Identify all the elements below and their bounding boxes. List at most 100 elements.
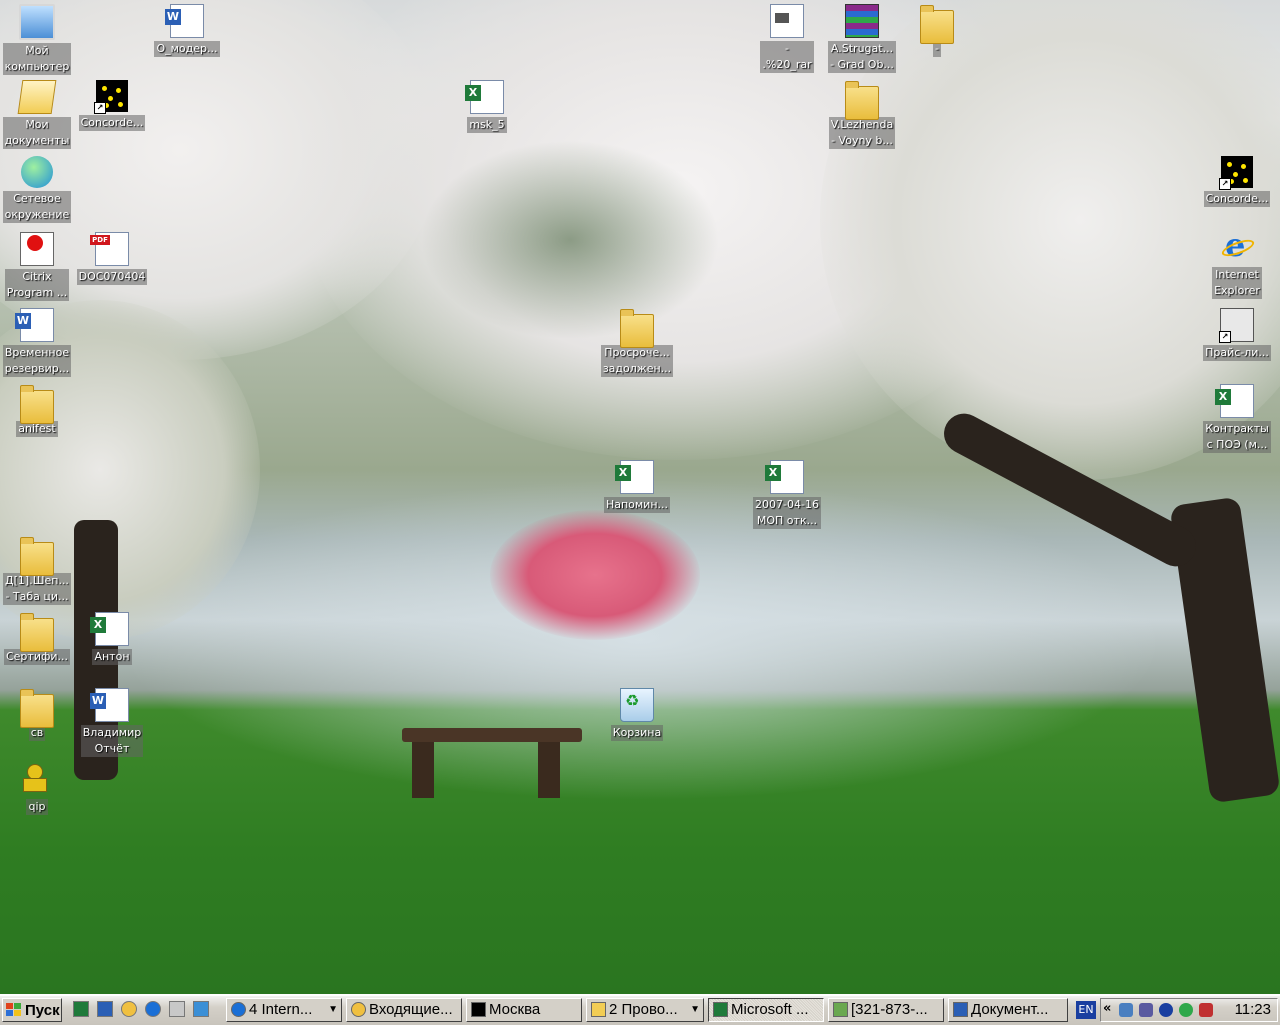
desktop-icon-mop[interactable]: 2007-04-16 МОП отк... (750, 460, 824, 532)
icon-label: Мои документы (2, 117, 72, 149)
start-button[interactable]: Пуск (2, 998, 62, 1022)
calculator-quicklaunch-icon[interactable] (169, 1001, 185, 1017)
excel-document-icon (465, 80, 504, 114)
app-quicklaunch-icon[interactable] (193, 1001, 209, 1017)
word-document-icon (165, 4, 204, 38)
task-internet-explorer[interactable]: 4 Intern... ▼ (226, 998, 342, 1022)
desktop-icon-recycle-bin[interactable]: Корзина (600, 688, 674, 744)
pink-tree (490, 510, 700, 640)
task-label: 4 Intern... (249, 1001, 313, 1018)
chat-icon (833, 1002, 848, 1017)
excel-document-icon (615, 460, 654, 494)
desktop-icon-napomin[interactable]: Напомин... (600, 460, 674, 516)
icon-label: - .%20_rar (760, 41, 814, 73)
chevron-down-icon: ▼ (690, 1004, 700, 1015)
icon-label: Д[1].Шеп... - Таба ци... (3, 573, 71, 605)
computer-icon (19, 4, 55, 40)
desktop-icon-o-moder[interactable]: О_модер... (150, 4, 224, 60)
system-tray: « 11:23 (1100, 998, 1278, 1022)
desktop-icon-lezhenda[interactable]: V.Lezhenda - Voyny b... (825, 80, 899, 152)
desktop-icon-network[interactable]: Сетевое окружение (0, 156, 74, 226)
task-inbox[interactable]: Входящие... (346, 998, 462, 1022)
desktop-icon-vladimir[interactable]: Владимир Отчёт (75, 688, 149, 760)
desktop-icon-concorde-right[interactable]: ↗ Concorde... (1200, 156, 1274, 210)
ie-icon (231, 1002, 246, 1017)
task-moskva[interactable]: Москва (466, 998, 582, 1022)
qip-tray-icon[interactable] (1179, 1003, 1193, 1017)
desktop-icon-qip[interactable]: qip (0, 764, 74, 818)
task-label: Microsoft ... (731, 1001, 809, 1018)
desktop-icon-concorde-left[interactable]: ↗ Concorde... (75, 80, 149, 134)
desktop-icon-prosroch[interactable]: Просроче... задолжен... (600, 308, 674, 380)
folder-icon (20, 613, 54, 652)
archive-file-icon (770, 4, 804, 38)
icon-label: Временное резервир... (2, 345, 72, 377)
desktop-icon-dash-folder[interactable]: - (900, 4, 974, 60)
folder-icon (845, 81, 879, 120)
desktop-icon-price-list[interactable]: ↗ Прайс-ли... (1200, 308, 1274, 364)
desktop-icon-temp-backup[interactable]: Временное резервир... (0, 308, 74, 380)
qip-messenger-icon (21, 764, 53, 796)
task-microsoft-excel[interactable]: Microsoft ... (708, 998, 824, 1022)
desktop-icon-anifest[interactable]: anifest (0, 384, 74, 440)
task-explorer[interactable]: 2 Прово... ▼ (586, 998, 704, 1022)
desktop-icon-citrix[interactable]: Citrix Program ... (0, 232, 74, 304)
language-indicator[interactable]: EN (1076, 1001, 1096, 1019)
network-tray-icon[interactable] (1119, 1003, 1133, 1017)
pdf-document-icon (90, 232, 129, 266)
desktop-icon-my-computer[interactable]: Мой компьютер (0, 4, 74, 78)
desktop-icon-sv[interactable]: св (0, 688, 74, 744)
icon-label: Concorde... (78, 115, 146, 131)
desktop-icon-certifi[interactable]: Сертифи... (0, 612, 74, 668)
documents-folder-icon (17, 80, 57, 114)
excel-quicklaunch-icon[interactable] (73, 1001, 89, 1017)
task-label: Входящие... (369, 1001, 453, 1018)
desktop-icon-my-documents[interactable]: Мои документы (0, 80, 74, 152)
desktop-icon-doc070404[interactable]: DOC070404 (75, 232, 149, 288)
task-document[interactable]: Документ... (948, 998, 1068, 1022)
network-globe-icon (21, 156, 53, 188)
desktop-icon-contracts[interactable]: Контракты с ПОЭ (м... (1200, 384, 1274, 456)
desktop-icon-internet-explorer[interactable]: Internet Explorer (1200, 226, 1274, 302)
word-document-icon (90, 688, 129, 722)
printer-shortcut-icon: ↗ (1219, 308, 1254, 343)
tray-expand-button[interactable]: « (1103, 1001, 1111, 1016)
excel-document-icon (1215, 384, 1254, 418)
desktop-icon-strugat[interactable]: A.Strugat... - Grad Ob... (825, 4, 899, 76)
desktop-icon-d1-shep[interactable]: Д[1].Шеп... - Таба ци... (0, 536, 74, 608)
icon-label: 2007-04-16 МОП отк... (753, 497, 821, 529)
monitor-tray-icon[interactable] (1139, 1003, 1153, 1017)
desktop-icon-anton[interactable]: Антон (75, 612, 149, 668)
ie-quicklaunch-icon[interactable] (145, 1001, 161, 1017)
icon-label: Контракты с ПОЭ (м... (1203, 421, 1271, 453)
antivirus-tray-icon[interactable] (1199, 1003, 1213, 1017)
icon-label: Корзина (610, 725, 664, 741)
icon-label: Internet Explorer (1212, 267, 1262, 299)
task-label: 2 Прово... (609, 1001, 678, 1018)
folder-icon (20, 537, 54, 576)
start-label: Пуск (25, 1002, 60, 1019)
desktop-icon-msk5[interactable]: msk_5 (450, 80, 524, 136)
excel-document-icon (765, 460, 804, 494)
concorde-shortcut-icon: ↗ (94, 80, 128, 114)
clock[interactable]: 11:23 (1235, 1000, 1271, 1020)
audio-tray-icon[interactable] (1159, 1003, 1173, 1017)
icon-label: A.Strugat... - Grad Ob... (828, 41, 896, 73)
task-chat[interactable]: [321-873-... (828, 998, 944, 1022)
icon-label: V.Lezhenda - Voyny b... (828, 117, 896, 149)
outlook-quicklaunch-icon[interactable] (121, 1001, 137, 1017)
word-icon (953, 1002, 968, 1017)
internet-explorer-icon (1221, 226, 1253, 264)
recycle-bin-icon (620, 688, 654, 722)
desktop[interactable]: Мой компьютер Мои документы Сетевое окру… (0, 0, 1280, 994)
windows-logo-icon (6, 1003, 22, 1017)
icon-label: Просроче... задолжен... (600, 345, 674, 377)
icon-label: Мой компьютер (2, 43, 72, 75)
icon-label: DOC070404 (76, 269, 148, 285)
word-document-icon (15, 308, 54, 342)
concorde-shortcut-icon: ↗ (1219, 156, 1253, 190)
icon-label: msk_5 (467, 117, 507, 133)
word-quicklaunch-icon[interactable] (97, 1001, 113, 1017)
icon-label: О_модер... (154, 41, 220, 57)
desktop-icon-rar-file[interactable]: - .%20_rar (750, 4, 824, 76)
